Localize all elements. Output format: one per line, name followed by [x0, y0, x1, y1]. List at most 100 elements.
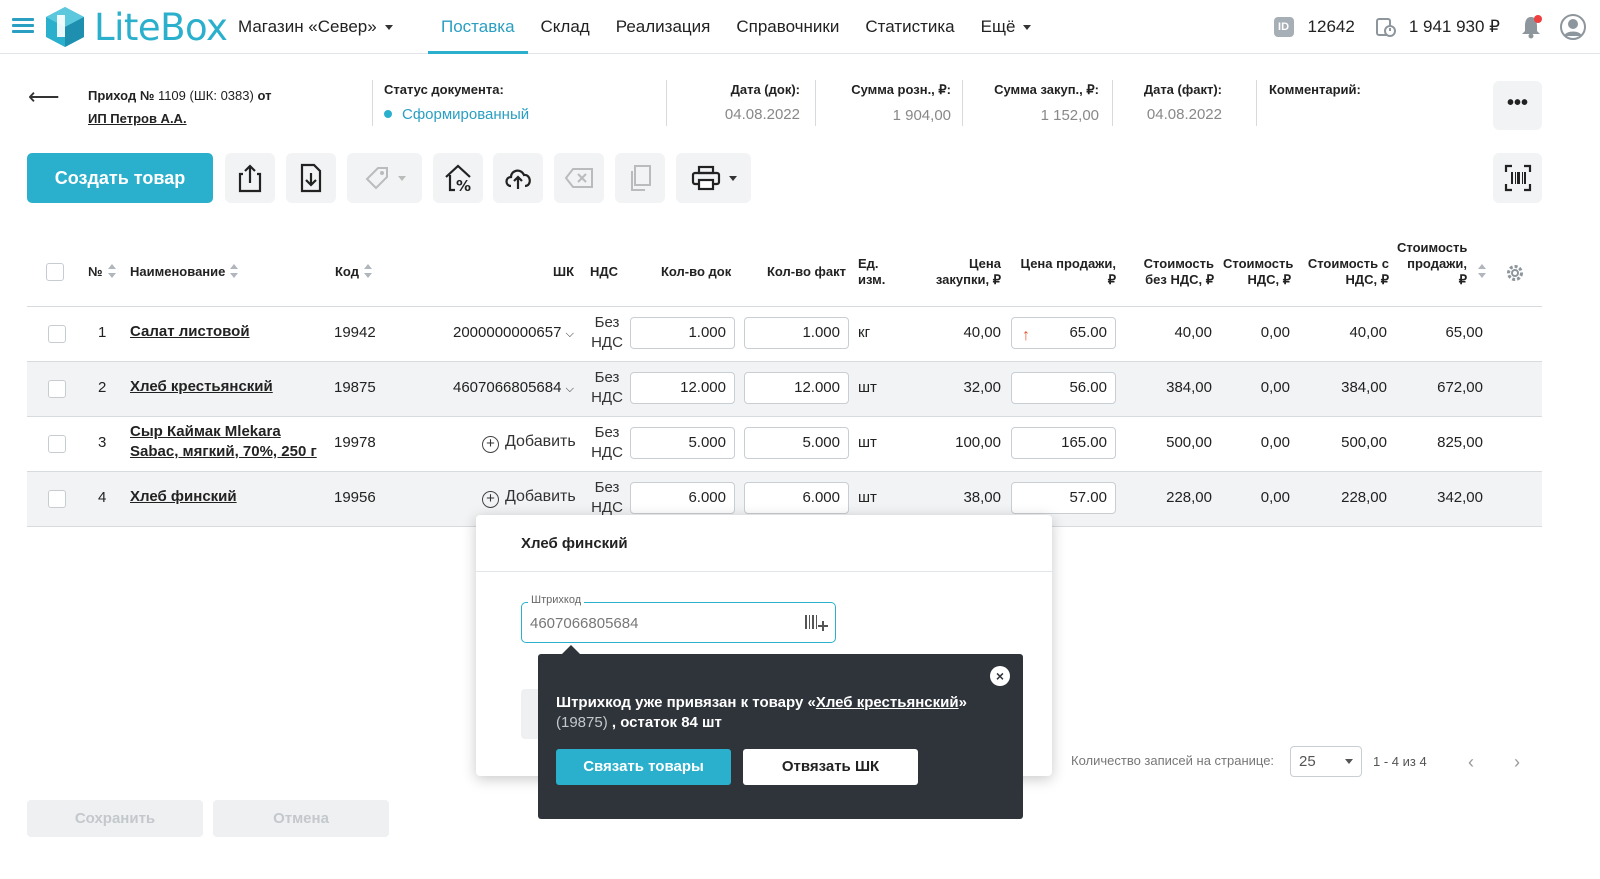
table-row[interactable]: 2 Хлеб крестьянский 19875 4607066805684 …	[27, 362, 1542, 417]
date-fact-block: Дата (факт): 04.08.2022	[1125, 82, 1222, 123]
next-page-icon[interactable]: ›	[1514, 752, 1520, 773]
linked-product-link[interactable]: Хлеб крестьянский	[816, 694, 959, 711]
table-row[interactable]: 3 Сыр Каймак Mlekara Sabac, мягкий, 70%,…	[27, 417, 1542, 472]
main-nav: Поставка Склад Реализация Справочники Ст…	[428, 0, 1044, 54]
back-arrow-icon[interactable]: ⟵	[28, 84, 60, 110]
row-checkbox[interactable]	[48, 435, 66, 453]
delete-button[interactable]	[554, 153, 604, 203]
copy-button[interactable]	[615, 153, 665, 203]
qty-fact-input[interactable]: 1.000	[744, 317, 849, 349]
litebox-logo[interactable]: LiteBox	[44, 4, 228, 50]
product-name-link[interactable]: Салат листовой	[130, 322, 250, 342]
nav-item-warehouse[interactable]: Склад	[528, 0, 603, 54]
table-row[interactable]: 1 Салат листовой 19942 2000000000657 ⌵ Б…	[27, 307, 1542, 362]
row-checkbox[interactable]	[48, 325, 66, 343]
divider	[815, 80, 816, 126]
store-selector[interactable]: Магазин «Север»	[238, 17, 393, 37]
print-dropdown-button[interactable]	[676, 153, 751, 203]
unit: кг	[858, 324, 871, 341]
product-name-link[interactable]: Хлеб финский	[130, 487, 237, 507]
page-size-select[interactable]: 25	[1290, 746, 1362, 777]
price-buy: 38,00	[963, 489, 1001, 506]
price-sell-input[interactable]: 165.00	[1011, 427, 1116, 459]
barcode-add-icon[interactable]	[805, 613, 829, 633]
settings-gear-icon[interactable]	[1505, 263, 1525, 283]
doc-number: 1109	[157, 88, 186, 103]
export-button[interactable]	[225, 153, 275, 203]
close-icon[interactable]: ×	[990, 666, 1010, 686]
nav-item-supply[interactable]: Поставка	[428, 0, 528, 54]
sort-icon[interactable]	[1478, 264, 1486, 278]
import-button[interactable]	[286, 153, 336, 203]
account-id[interactable]: 12642	[1308, 17, 1355, 37]
row-checkbox[interactable]	[48, 490, 66, 508]
qty-fact-input[interactable]: 5.000	[744, 427, 849, 459]
unit: шт	[858, 489, 877, 506]
divider	[962, 80, 963, 126]
plus-circle-icon: +	[482, 436, 499, 453]
create-product-button[interactable]: Создать товар	[27, 153, 213, 203]
nav-item-statistics[interactable]: Статистика	[852, 0, 967, 54]
barcode-input[interactable]: Штрихкод 4607066805684	[521, 594, 836, 643]
product-name-link[interactable]: Сыр Каймак Mlekara Sabac, мягкий, 70%, 2…	[130, 422, 317, 462]
col-name[interactable]: Наименование	[130, 264, 239, 280]
cost-vat: 0,00	[1260, 489, 1290, 506]
barcode-conflict-tooltip: × Штрихкод уже привязан к товару «Хлеб к…	[538, 645, 1023, 819]
barcode-scan-icon	[1504, 164, 1531, 192]
tooltip-text-prefix: Штрихкод уже привязан к товару «	[556, 694, 816, 711]
vat-value: Без НДС	[591, 369, 623, 406]
col-num[interactable]: №	[88, 264, 116, 280]
status-value[interactable]: Сформированный	[384, 106, 529, 123]
qty-doc-input[interactable]: 5.000	[630, 427, 735, 459]
qty-doc-input[interactable]: 1.000	[630, 317, 735, 349]
price-sell-input[interactable]: 57.00	[1011, 482, 1116, 514]
menu-icon[interactable]	[12, 18, 34, 34]
more-options-button[interactable]: •••	[1493, 81, 1542, 130]
unlink-barcode-button[interactable]: Отвязать ШК	[743, 749, 918, 785]
add-barcode-button[interactable]: + Добавить	[482, 433, 576, 453]
linked-product-stock: , остаток 84 шт	[611, 714, 722, 731]
qty-doc-input[interactable]: 12.000	[630, 372, 735, 404]
qty-fact-input[interactable]: 6.000	[744, 482, 849, 514]
logo-cube-icon	[46, 7, 84, 47]
nav-item-sales[interactable]: Реализация	[603, 0, 724, 54]
page-range: 1 - 4 из 4	[1373, 754, 1427, 769]
prev-page-icon[interactable]: ‹	[1468, 752, 1474, 773]
cancel-button[interactable]: Отмена	[213, 800, 389, 837]
user-avatar-icon[interactable]	[1560, 14, 1586, 40]
product-code: 19875	[334, 379, 376, 396]
date-doc-value: 04.08.2022	[724, 106, 800, 123]
row-checkbox[interactable]	[48, 380, 66, 398]
nav-item-more[interactable]: Ещё	[968, 0, 1045, 54]
add-barcode-button[interactable]: + Добавить	[482, 488, 576, 508]
document-title: Приход № 1109 (ШК: 0383) от ИП Петров А.…	[88, 84, 271, 130]
save-button[interactable]: Сохранить	[27, 800, 203, 837]
link-products-button[interactable]: Связать товары	[556, 749, 731, 785]
product-name-link[interactable]: Хлеб крестьянский	[130, 377, 273, 397]
barcode-select[interactable]: 4607066805684 ⌵	[453, 379, 574, 396]
supplier-link[interactable]: ИП Петров А.А.	[88, 111, 187, 126]
col-price-buy: Цена закупки, ₽	[935, 256, 1001, 287]
nav-item-directories[interactable]: Справочники	[723, 0, 852, 54]
balance[interactable]: 1 941 930 ₽	[1409, 17, 1500, 37]
select-all-checkbox[interactable]	[46, 263, 64, 281]
markup-button[interactable]: %	[433, 153, 483, 203]
qty-doc-input[interactable]: 6.000	[630, 482, 735, 514]
cost-sell: 65,00	[1445, 324, 1483, 341]
linked-product-code: (19875)	[556, 714, 608, 731]
upload-button[interactable]	[493, 153, 543, 203]
status-label: Статус документа:	[384, 82, 504, 97]
row-num: 2	[98, 379, 107, 396]
col-cost-vat: Стоимость НДС, ₽	[1223, 256, 1294, 287]
notifications-bell-icon[interactable]	[1520, 15, 1542, 39]
barcode-select[interactable]: 2000000000657 ⌵	[453, 324, 574, 341]
col-code[interactable]: Код	[335, 264, 372, 280]
chevron-down-icon	[397, 175, 406, 181]
sum-purchase-value: 1 152,00	[1040, 107, 1099, 124]
chevron-down-icon: ⌵	[565, 328, 574, 340]
barcode-scan-button[interactable]	[1493, 153, 1542, 203]
price-tag-dropdown-button[interactable]	[347, 153, 422, 203]
qty-fact-input[interactable]: 12.000	[744, 372, 849, 404]
price-sell-input[interactable]: 56.00	[1011, 372, 1116, 404]
price-sell-input[interactable]: ↑ 65.00	[1011, 317, 1116, 349]
